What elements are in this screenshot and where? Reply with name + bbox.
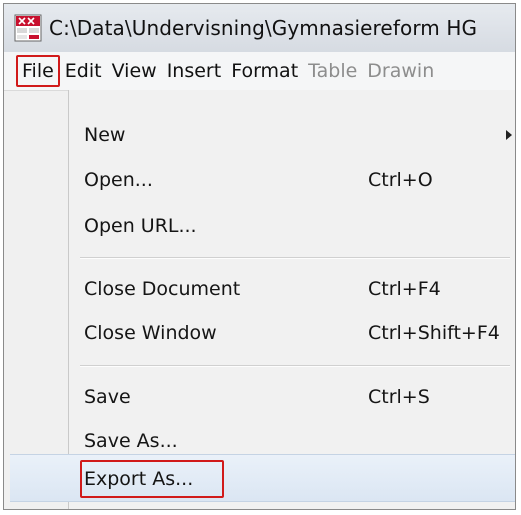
- menu-separator: [80, 365, 510, 367]
- menu-insert[interactable]: Insert: [162, 55, 227, 87]
- menu-drawing[interactable]: Drawin: [362, 55, 439, 87]
- menu-edit[interactable]: Edit: [60, 55, 107, 87]
- menu-format[interactable]: Format: [226, 55, 303, 87]
- file-menu-dropdown: New Open... Ctrl+O Open URL... Close Doc…: [10, 90, 515, 509]
- window-title: C:\Data\Undervisning\Gymnasiereform HG: [49, 16, 478, 40]
- menu-table[interactable]: Table: [303, 55, 362, 87]
- menu-item-open-url[interactable]: Open URL...: [84, 208, 504, 244]
- menu-item-save[interactable]: Save Ctrl+S: [84, 379, 504, 415]
- menu-item-shortcut: Ctrl+F4: [368, 278, 441, 300]
- menu-item-label: Save As...: [84, 430, 178, 452]
- menu-item-label: New: [84, 124, 126, 146]
- menu-item-shortcut: Ctrl+S: [368, 386, 430, 408]
- menu-item-save-as[interactable]: Save As...: [84, 423, 504, 459]
- menu-separator: [80, 257, 510, 259]
- menu-item-export-as[interactable]: Export As...: [84, 461, 504, 497]
- menu-view[interactable]: View: [107, 55, 162, 87]
- menu-item-label: Close Document: [84, 278, 241, 300]
- menu-item-new[interactable]: New: [84, 117, 512, 153]
- menu-item-label: Open URL...: [84, 215, 197, 237]
- menu-file[interactable]: File: [16, 55, 60, 87]
- menu-item-label: Export As...: [84, 468, 194, 490]
- menu-bar: File Edit View Insert Format Table Drawi…: [4, 52, 515, 91]
- spreadsheet-app-icon: [14, 14, 42, 42]
- application-window: C:\Data\Undervisning\Gymnasiereform HG F…: [3, 3, 516, 510]
- menu-item-close-document[interactable]: Close Document Ctrl+F4: [84, 271, 504, 307]
- menu-item-label: Save: [84, 386, 131, 408]
- menu-item-open[interactable]: Open... Ctrl+O: [84, 162, 504, 198]
- menu-item-label: Open...: [84, 169, 153, 191]
- submenu-arrow-icon: [506, 130, 512, 140]
- menu-item-close-window[interactable]: Close Window Ctrl+Shift+F4: [84, 315, 504, 351]
- menu-item-shortcut: Ctrl+Shift+F4: [368, 322, 500, 344]
- title-bar[interactable]: C:\Data\Undervisning\Gymnasiereform HG: [4, 4, 515, 52]
- menu-item-label: Close Window: [84, 322, 217, 344]
- menu-item-shortcut: Ctrl+O: [368, 169, 433, 191]
